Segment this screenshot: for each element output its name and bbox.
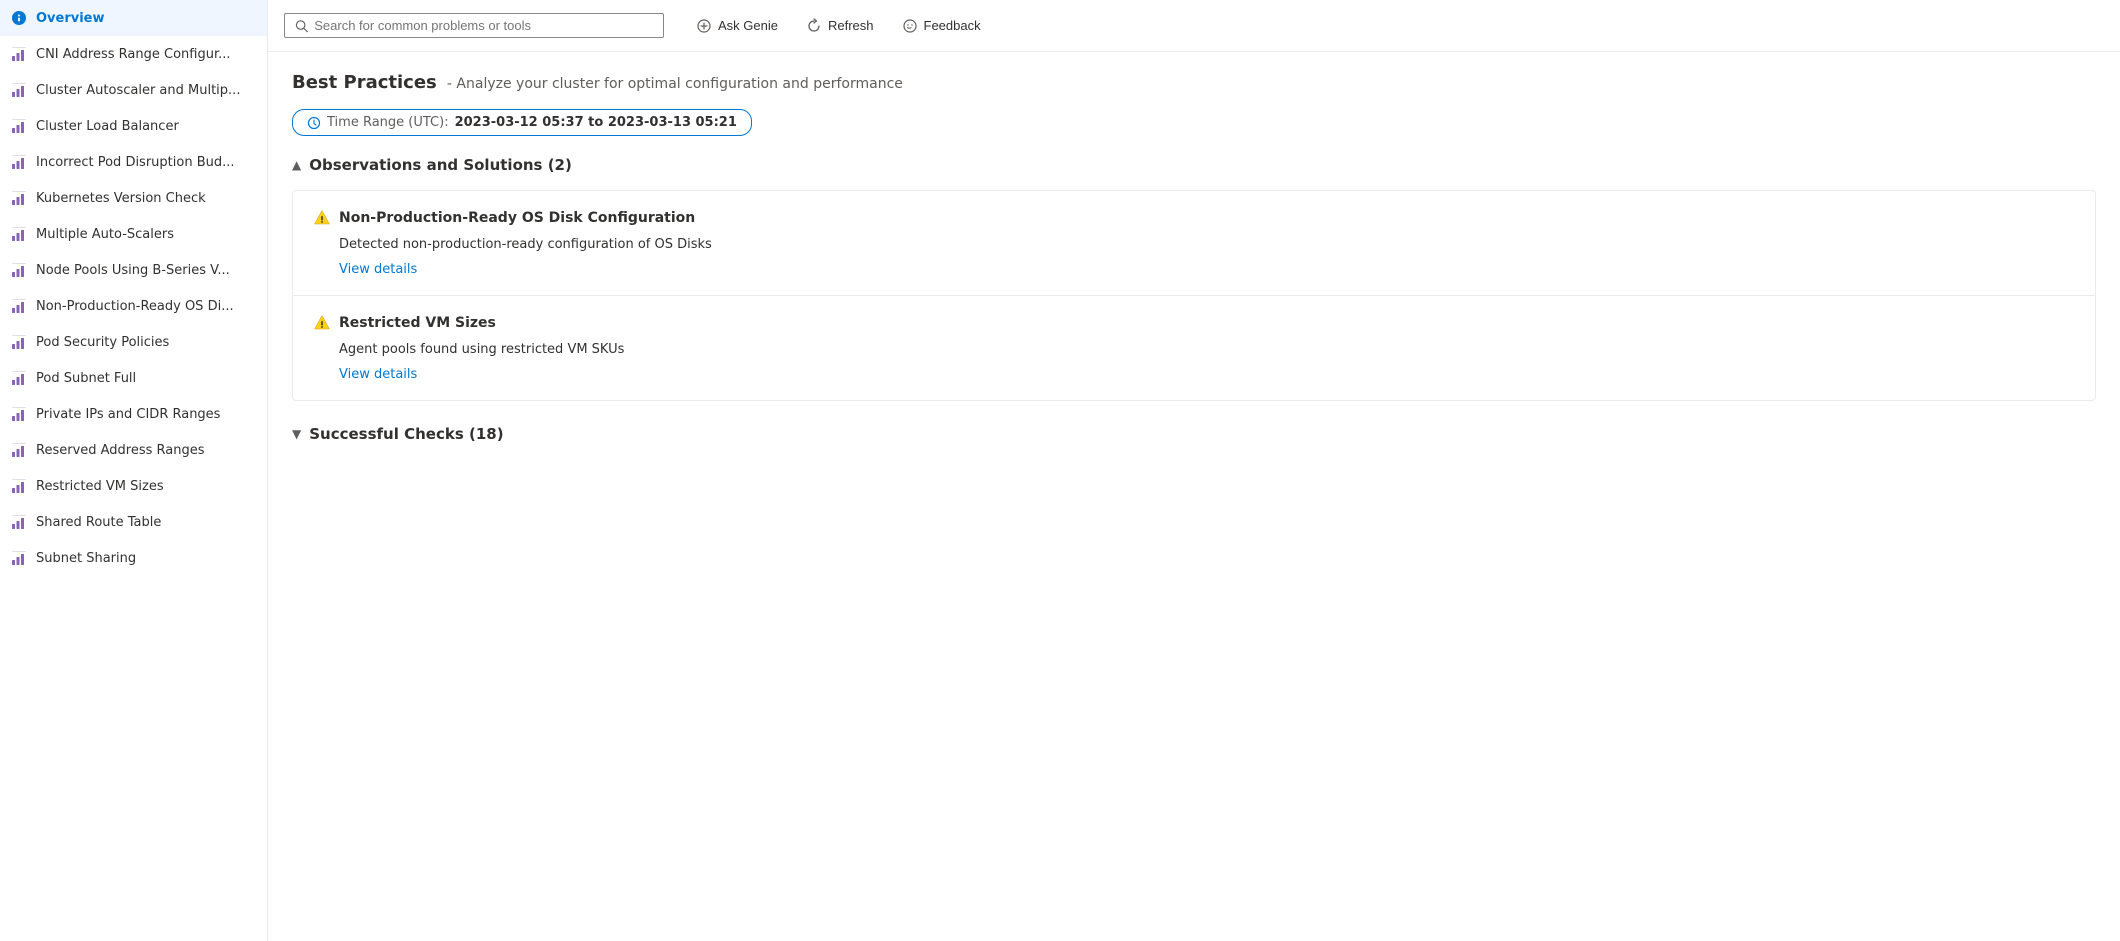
toolbar-buttons: Ask Genie Refresh Feedback <box>684 12 993 40</box>
chart-icon <box>10 369 28 387</box>
clock-icon <box>307 116 321 130</box>
warning-icon <box>313 209 331 227</box>
chart-icon <box>10 189 28 207</box>
feedback-button[interactable]: Feedback <box>890 12 993 40</box>
sidebar-item-cluster-lb[interactable]: Cluster Load Balancer <box>0 108 267 144</box>
obs-card-restricted-vm: Restricted VM Sizes Agent pools found us… <box>293 296 2095 400</box>
page-header: Best Practices - Analyze your cluster fo… <box>292 72 2096 93</box>
chart-icon <box>10 81 28 99</box>
obs-card-title: Restricted VM Sizes <box>339 315 496 331</box>
sidebar-item-label: Subnet Sharing <box>36 551 136 566</box>
successful-section-title: Successful Checks (18) <box>309 425 503 443</box>
search-box[interactable] <box>284 13 664 38</box>
toolbar: Ask Genie Refresh Feedback <box>268 0 2120 52</box>
sidebar-item-private-ips[interactable]: Private IPs and CIDR Ranges <box>0 396 267 432</box>
sidebar-item-cni[interactable]: CNI Address Range Configur... <box>0 36 267 72</box>
sidebar-item-label: Reserved Address Ranges <box>36 443 205 458</box>
refresh-icon <box>806 18 822 34</box>
observations-section-header[interactable]: ▲ Observations and Solutions (2) <box>292 156 2096 174</box>
obs-card-header: Restricted VM Sizes <box>313 314 2075 332</box>
sidebar-item-node-pools[interactable]: Node Pools Using B-Series V... <box>0 252 267 288</box>
sidebar-item-subnet-sharing[interactable]: Subnet Sharing <box>0 540 267 576</box>
chart-icon <box>10 117 28 135</box>
chart-icon <box>10 261 28 279</box>
sidebar-item-label: Restricted VM Sizes <box>36 479 164 494</box>
sidebar-item-restricted-vm[interactable]: Restricted VM Sizes <box>0 468 267 504</box>
chart-icon <box>10 441 28 459</box>
ask-genie-label: Ask Genie <box>718 18 778 33</box>
info-icon <box>10 9 28 27</box>
obs-card-header: Non-Production-Ready OS Disk Configurati… <box>313 209 2075 227</box>
chevron-up-icon: ▲ <box>292 158 301 172</box>
sidebar-item-pod-disruption[interactable]: Incorrect Pod Disruption Bud... <box>0 144 267 180</box>
sidebar-item-k8s-version[interactable]: Kubernetes Version Check <box>0 180 267 216</box>
observations-section-title: Observations and Solutions (2) <box>309 156 572 174</box>
main-content: Ask Genie Refresh Feedback <box>268 0 2120 941</box>
chart-icon <box>10 45 28 63</box>
obs-card-description: Agent pools found using restricted VM SK… <box>313 342 2075 357</box>
page-title: Best Practices <box>292 72 437 93</box>
sidebar-item-multi-autoscalers[interactable]: Multiple Auto-Scalers <box>0 216 267 252</box>
sidebar-item-overview[interactable]: Overview <box>0 0 267 36</box>
sidebar-item-pod-security[interactable]: Pod Security Policies <box>0 324 267 360</box>
ask-genie-button[interactable]: Ask Genie <box>684 12 790 40</box>
obs-card-title: Non-Production-Ready OS Disk Configurati… <box>339 210 695 226</box>
genie-icon <box>696 18 712 34</box>
sidebar-item-label: CNI Address Range Configur... <box>36 47 231 62</box>
obs-card-view-details-link[interactable]: View details <box>313 262 2075 277</box>
sidebar-item-label: Non-Production-Ready OS Di... <box>36 299 234 314</box>
search-icon <box>295 19 308 33</box>
feedback-icon <box>902 18 918 34</box>
sidebar-item-label: Private IPs and CIDR Ranges <box>36 407 220 422</box>
chart-icon <box>10 297 28 315</box>
refresh-button[interactable]: Refresh <box>794 12 886 40</box>
page-subtitle: - Analyze your cluster for optimal confi… <box>447 76 903 92</box>
observations-cards-container: Non-Production-Ready OS Disk Configurati… <box>292 190 2096 401</box>
obs-card-view-details-link[interactable]: View details <box>313 367 2075 382</box>
sidebar-item-reserved-addr[interactable]: Reserved Address Ranges <box>0 432 267 468</box>
sidebar-item-shared-route[interactable]: Shared Route Table <box>0 504 267 540</box>
refresh-label: Refresh <box>828 18 874 33</box>
obs-card-description: Detected non-production-ready configurat… <box>313 237 2075 252</box>
chart-icon <box>10 333 28 351</box>
sidebar-item-label: Pod Subnet Full <box>36 371 136 386</box>
sidebar-item-label: Overview <box>36 11 105 26</box>
sidebar-item-label: Shared Route Table <box>36 515 161 530</box>
content-area: Best Practices - Analyze your cluster fo… <box>268 52 2120 941</box>
chevron-down-icon: ▼ <box>292 427 301 441</box>
sidebar-item-pod-subnet[interactable]: Pod Subnet Full <box>0 360 267 396</box>
obs-card-non-prod-os: Non-Production-Ready OS Disk Configurati… <box>293 191 2095 296</box>
chart-icon <box>10 513 28 531</box>
feedback-label: Feedback <box>924 18 981 33</box>
sidebar: Overview CNI Address Range Configur... <box>0 0 268 941</box>
warning-icon <box>313 314 331 332</box>
sidebar-item-label: Cluster Autoscaler and Multip... <box>36 83 240 98</box>
time-range-value: 2023-03-12 05:37 to 2023-03-13 05:21 <box>455 115 737 130</box>
sidebar-item-label: Cluster Load Balancer <box>36 119 179 134</box>
search-input[interactable] <box>314 18 653 33</box>
chart-icon <box>10 405 28 423</box>
successful-section-header[interactable]: ▼ Successful Checks (18) <box>292 425 2096 443</box>
sidebar-item-non-prod-os[interactable]: Non-Production-Ready OS Di... <box>0 288 267 324</box>
sidebar-item-label: Node Pools Using B-Series V... <box>36 263 230 278</box>
sidebar-item-label: Kubernetes Version Check <box>36 191 206 206</box>
sidebar-item-cluster-autoscaler[interactable]: Cluster Autoscaler and Multip... <box>0 72 267 108</box>
chart-icon <box>10 549 28 567</box>
chart-icon <box>10 153 28 171</box>
chart-icon <box>10 225 28 243</box>
chart-icon <box>10 477 28 495</box>
sidebar-item-label: Pod Security Policies <box>36 335 169 350</box>
time-range-label: Time Range (UTC): <box>327 115 449 130</box>
time-range-badge[interactable]: Time Range (UTC): 2023-03-12 05:37 to 20… <box>292 109 752 136</box>
sidebar-item-label: Incorrect Pod Disruption Bud... <box>36 155 235 170</box>
sidebar-item-label: Multiple Auto-Scalers <box>36 227 174 242</box>
